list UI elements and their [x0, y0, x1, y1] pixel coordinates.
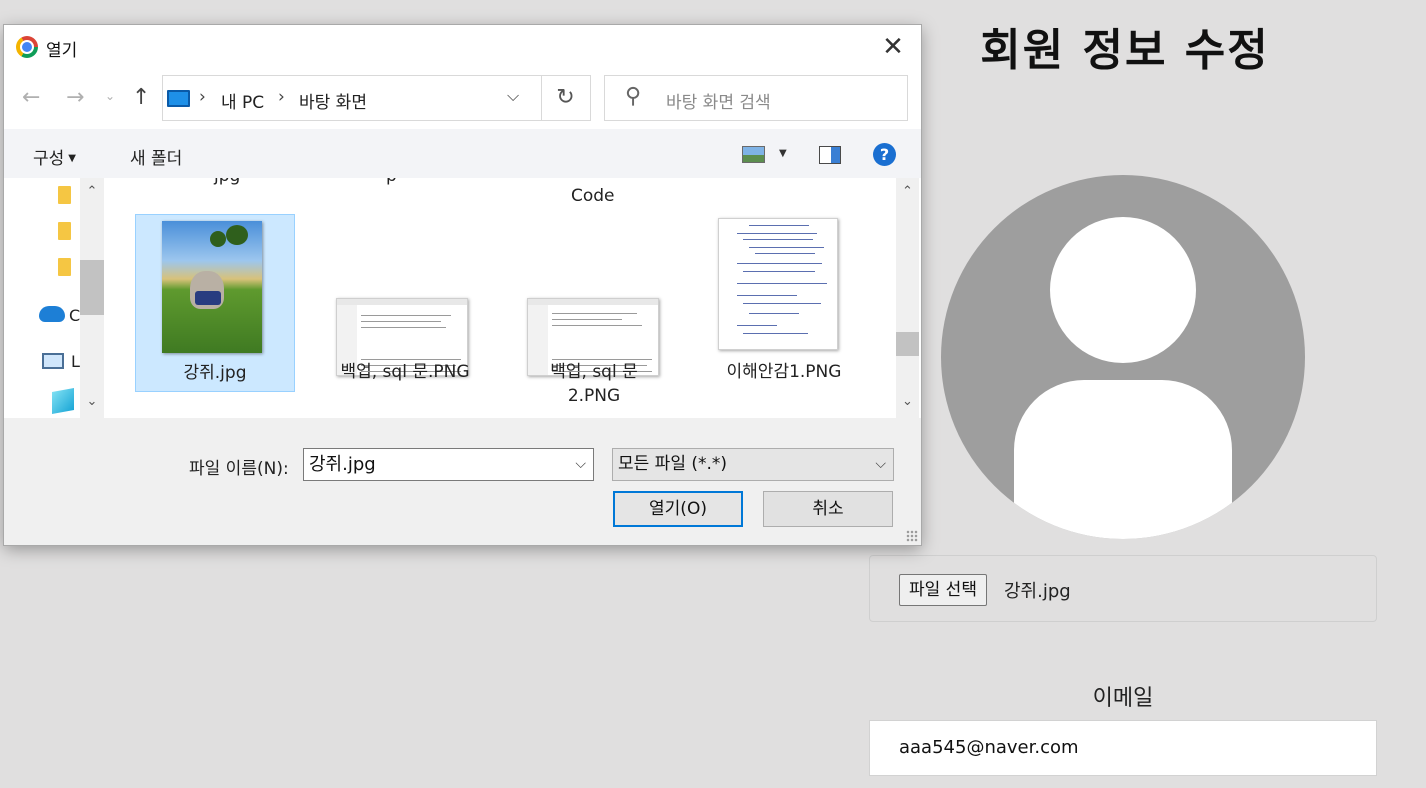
caret-down-icon: ▼ — [68, 153, 76, 164]
file-item[interactable]: 이해안감1.PNG — [704, 214, 864, 392]
navigation-bar: ← → ⌄ ↑ › 내 PC › 바탕 화면 ⌵ ↻ ⚲ 바탕 화면 검색 — [4, 71, 921, 129]
folder-icon[interactable] — [58, 222, 71, 240]
recent-locations-chevron-icon[interactable]: ⌄ — [105, 89, 115, 103]
file-name: 강쥐.jpg — [183, 363, 247, 383]
nav-pane-scrollbar[interactable]: ⌃ ⌄ — [80, 178, 104, 418]
this-pc-icon — [167, 90, 190, 107]
code-screenshot-thumbnail — [718, 218, 838, 350]
file-item[interactable]: 백업, sql 문.PNG — [325, 214, 485, 392]
avatar-body-shape — [1014, 380, 1232, 539]
cancel-button[interactable]: 취소 — [763, 491, 893, 527]
preview-pane-icon[interactable] — [819, 146, 841, 164]
dialog-title: 열기 — [46, 41, 78, 61]
dog-shirt-shape — [195, 291, 221, 305]
scroll-down-icon[interactable]: ⌄ — [80, 394, 104, 409]
chrome-icon — [16, 36, 38, 58]
file-name: 이해안감1.PNG — [726, 362, 842, 382]
breadcrumb-this-pc[interactable]: 내 PC — [221, 88, 264, 113]
folder-icon[interactable] — [58, 258, 71, 276]
onedrive-icon[interactable] — [39, 306, 65, 322]
up-arrow-icon[interactable]: ↑ — [132, 85, 150, 110]
command-toolbar: 구성 ▼ 새 폴더 ▼ ? — [4, 129, 921, 178]
address-dropdown-chevron-icon[interactable]: ⌵ — [507, 86, 519, 106]
refresh-icon[interactable]: ↻ — [541, 75, 591, 121]
help-icon[interactable]: ? — [873, 143, 896, 166]
filename-dropdown-chevron-icon[interactable]: ⌵ — [575, 449, 586, 480]
choose-file-button[interactable]: 파일 선택 — [899, 574, 987, 606]
dialog-footer: 파일 이름(N): 강쥐.jpg ⌵ 모든 파일 (*.*) ⌵ 열기(O) 취… — [4, 418, 921, 545]
search-box[interactable]: ⚲ 바탕 화면 검색 — [604, 75, 908, 121]
file-type-chevron-icon: ⌵ — [875, 456, 886, 472]
search-icon: ⚲ — [625, 84, 642, 109]
forward-arrow-icon[interactable]: → — [66, 85, 84, 110]
file-label-cut-off: p — [386, 178, 397, 186]
scroll-down-icon[interactable]: ⌄ — [896, 394, 919, 409]
dialog-titlebar: 열기 ✕ — [4, 25, 921, 71]
page-title: 회원 정보 수정 — [980, 25, 1270, 76]
this-pc-icon[interactable] — [42, 353, 64, 369]
nav-pane-scroll-thumb[interactable] — [80, 260, 104, 315]
file-name: 백업, sql 문.PNG — [340, 362, 470, 382]
breadcrumb-desktop[interactable]: 바탕 화면 — [299, 88, 367, 113]
open-file-dialog: 열기 ✕ ← → ⌄ ↑ › 내 PC › 바탕 화면 ⌵ ↻ ⚲ 바탕 화면 … — [4, 25, 921, 545]
open-button[interactable]: 열기(O) — [613, 491, 743, 527]
close-icon[interactable]: ✕ — [876, 33, 910, 63]
email-input[interactable]: aaa545@naver.com — [869, 720, 1377, 776]
scroll-up-icon[interactable]: ⌃ — [896, 184, 919, 199]
3d-objects-icon[interactable] — [52, 388, 74, 414]
file-list-pane: jpg p Code 강쥐.jpg 백업, sql 문.PNG — [106, 178, 896, 418]
organize-label: 구성 — [33, 149, 65, 169]
file-list-scroll-thumb[interactable] — [896, 332, 919, 356]
resize-grip-icon[interactable] — [906, 530, 918, 542]
navigation-pane: C L ⌃ ⌄ — [4, 178, 106, 418]
organize-menu[interactable]: 구성 ▼ — [33, 144, 76, 169]
filename-input[interactable]: 강쥐.jpg ⌵ — [303, 448, 594, 481]
file-type-value: 모든 파일 (*.*) — [618, 454, 728, 474]
profile-avatar — [941, 175, 1305, 539]
view-options-caret-icon[interactable]: ▼ — [779, 148, 787, 159]
change-view-icon[interactable] — [742, 146, 765, 163]
file-list-scrollbar[interactable]: ⌃ ⌄ — [896, 178, 919, 418]
chosen-file-name: 강쥐.jpg — [1004, 581, 1071, 602]
file-item[interactable]: 백업, sql 문 2.PNG — [514, 214, 674, 406]
folder-label-code[interactable]: Code — [571, 186, 615, 206]
address-bar[interactable]: › 내 PC › 바탕 화면 ⌵ — [162, 75, 542, 121]
search-placeholder: 바탕 화면 검색 — [666, 93, 771, 113]
filename-value: 강쥐.jpg — [309, 454, 376, 475]
breadcrumb-separator-icon: › — [199, 87, 206, 107]
this-pc-label[interactable]: L — [71, 352, 80, 371]
onedrive-label[interactable]: C — [69, 306, 80, 325]
filename-label: 파일 이름(N): — [189, 459, 289, 479]
file-type-select[interactable]: 모든 파일 (*.*) ⌵ — [612, 448, 894, 481]
folder-icon[interactable] — [58, 186, 71, 204]
file-upload-box: 파일 선택 강쥐.jpg — [869, 555, 1377, 622]
breadcrumb-separator-icon: › — [278, 87, 285, 107]
email-label: 이메일 — [1092, 686, 1154, 711]
file-item[interactable]: 강쥐.jpg — [135, 214, 295, 392]
back-arrow-icon[interactable]: ← — [22, 85, 40, 110]
file-label-cut-off: jpg — [214, 178, 240, 186]
avatar-head-shape — [1050, 217, 1196, 363]
scroll-up-icon[interactable]: ⌃ — [80, 184, 104, 199]
new-folder-button[interactable]: 새 폴더 — [130, 144, 182, 169]
file-name: 백업, sql 문 2.PNG — [550, 362, 638, 406]
image-thumbnail — [162, 221, 262, 353]
